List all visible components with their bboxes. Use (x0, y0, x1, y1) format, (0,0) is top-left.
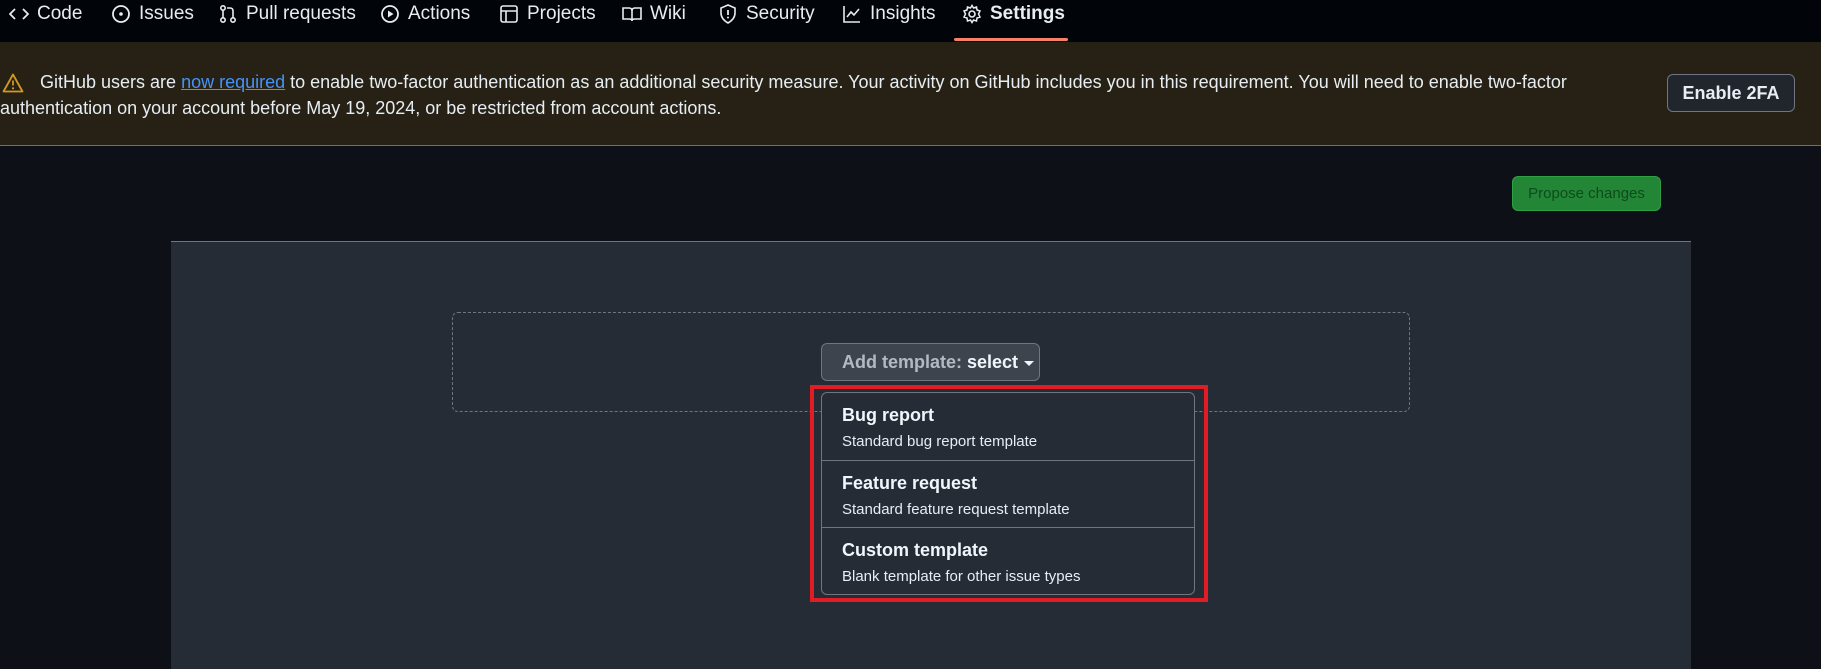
add-template-label: Add template: (842, 351, 963, 372)
two-factor-banner: GitHub users are now required to enable … (0, 42, 1821, 146)
graph-icon (842, 4, 862, 24)
enable-2fa-button[interactable]: Enable 2FA (1667, 74, 1795, 112)
tab-label: Actions (408, 3, 471, 24)
add-template-select[interactable]: Add template: select (821, 343, 1040, 381)
tab-label: Security (746, 3, 815, 24)
play-icon (380, 4, 400, 24)
banner-message: GitHub users are now required to enable … (0, 72, 1567, 118)
active-tab-indicator (954, 38, 1068, 41)
issue-opened-icon (111, 4, 131, 24)
tab-label: Issues (139, 3, 194, 24)
tab-actions[interactable]: Actions (380, 0, 470, 28)
tab-label: Code (37, 3, 83, 24)
caret-down-icon (1024, 360, 1035, 366)
propose-changes-button[interactable]: Propose changes (1512, 176, 1661, 211)
repo-nav: Code Issues Pull requests Actions Projec… (0, 0, 1821, 43)
git-pull-request-icon (218, 4, 238, 24)
tab-issues[interactable]: Issues (111, 0, 194, 28)
code-icon (9, 4, 29, 24)
tab-code[interactable]: Code (9, 0, 82, 28)
tab-label: Pull requests (246, 3, 356, 24)
tab-wiki[interactable]: Wiki (622, 0, 686, 28)
shield-icon (718, 4, 738, 24)
tab-label: Wiki (650, 3, 686, 24)
tab-settings[interactable]: Settings (962, 0, 1065, 28)
highlight-box (810, 385, 1208, 602)
gear-icon (962, 4, 982, 24)
now-required-link[interactable]: now required (181, 72, 285, 92)
tab-label: Projects (527, 3, 596, 24)
book-icon (622, 4, 642, 24)
tab-security[interactable]: Security (718, 0, 815, 28)
tab-insights[interactable]: Insights (842, 0, 935, 28)
tab-projects[interactable]: Projects (499, 0, 596, 28)
tab-pull-requests[interactable]: Pull requests (218, 0, 356, 28)
tab-label: Settings (990, 3, 1065, 24)
add-template-value: select (967, 351, 1019, 372)
table-icon (499, 4, 519, 24)
tab-label: Insights (870, 3, 936, 24)
